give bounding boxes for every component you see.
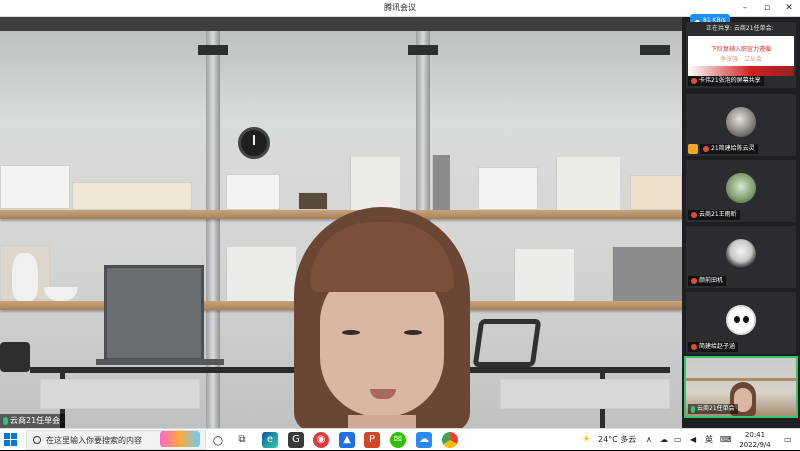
windows-taskbar: 在这里输入你要搜索的内容 ○ ⧉ e G ◉ ▲ P ✉ ☁ ☀ 24°C 多云…	[0, 428, 800, 450]
mic-on-icon	[3, 417, 8, 425]
drawer-box	[478, 167, 538, 210]
ceiling-beam	[0, 17, 682, 31]
onedrive-icon[interactable]: ☁	[660, 429, 668, 451]
lamp-decor	[472, 319, 542, 367]
weather-icon[interactable]: ☀	[582, 429, 591, 451]
mic-muted-icon	[691, 344, 697, 350]
window-title: 腾讯会议	[384, 3, 416, 12]
clock-date: 2022/9/4	[739, 441, 771, 449]
book-stack	[630, 175, 682, 210]
chrome-icon[interactable]	[442, 432, 458, 448]
books	[350, 157, 400, 210]
cat-avatar-icon	[726, 107, 756, 137]
windows-logo-icon	[4, 433, 10, 439]
search-highlight-icon[interactable]	[160, 431, 200, 447]
tile-name: 云商21王雨昕	[699, 211, 737, 218]
shared-document-preview: 下阶复辅入职宣力遵循 争张强 · 立从会	[688, 36, 794, 76]
books	[612, 247, 682, 301]
tencent-meeting-icon[interactable]: ▲	[339, 432, 355, 448]
task-view-icon[interactable]: ⧉	[234, 432, 250, 448]
anime-avatar-icon	[726, 239, 756, 269]
tile-name: 颜前田机	[699, 277, 724, 284]
camera-decor	[0, 342, 30, 372]
speaker-eye	[404, 330, 422, 335]
search-icon	[33, 436, 41, 444]
tile-name: 简建给赵子涵	[699, 343, 736, 350]
tile-name-tag: 简建给赵子涵	[688, 342, 739, 352]
plant-avatar-icon	[726, 173, 756, 203]
tile-name-tag: 云商21王雨昕	[688, 210, 740, 220]
baidu-netdisk-icon[interactable]: ☁	[416, 432, 432, 448]
tray-expand-icon[interactable]: ∧	[646, 429, 652, 451]
main-video-stage[interactable]: 云商21任单会	[0, 17, 682, 428]
participant-tile[interactable]: 颜前田机	[686, 226, 796, 288]
participant-tile[interactable]: 云商21王雨昕	[686, 160, 796, 222]
weather-text[interactable]: 24°C 多云	[598, 429, 636, 451]
books	[226, 247, 296, 301]
panda-avatar-icon	[726, 305, 756, 335]
tile-name: 21简建给陈云灵	[711, 145, 755, 152]
post-cap	[640, 45, 670, 55]
storage-box	[0, 165, 70, 209]
active-speaker-name: 云商21任单会	[10, 416, 61, 425]
participant-tile[interactable]: 21简建给陈云灵	[686, 94, 796, 156]
post-cap	[408, 45, 438, 55]
maximize-button[interactable]: ▫	[756, 0, 778, 17]
warning-icon	[688, 144, 698, 154]
mic-muted-icon	[691, 278, 697, 284]
screen-share-tile[interactable]: 正在共享: 云商21任单会: 下阶复辅入职宣力遵循 争张强 · 立从会 卡伟21…	[686, 22, 796, 88]
tile-name-tag: 21简建给陈云灵	[700, 144, 758, 154]
doc-heading: 下阶复辅入职宣力遵循	[710, 46, 771, 53]
search-placeholder: 在这里输入你要搜索的内容	[46, 435, 142, 445]
candle-holder	[298, 192, 328, 210]
mic-muted-icon	[691, 78, 697, 84]
clock-decor	[238, 127, 270, 159]
tile-name-tag: 卡伟21张泡的屏幕共享	[688, 76, 764, 86]
doc-banner	[688, 66, 794, 76]
tile-name: 云商21任单会	[697, 405, 735, 412]
lower-drawers	[500, 379, 670, 409]
start-button[interactable]	[4, 433, 17, 446]
taskbar-clock[interactable]: 20:41 2022/9/4	[730, 430, 780, 450]
edge-icon[interactable]: e	[262, 432, 278, 448]
speaker-neck	[348, 415, 416, 428]
clock-time: 20:41	[744, 431, 766, 439]
speaker-eye	[342, 330, 360, 335]
storage-box	[226, 174, 280, 210]
books	[432, 155, 450, 210]
volume-icon[interactable]: ◀	[690, 429, 696, 451]
notification-icon[interactable]: ▭	[784, 429, 792, 451]
vase-decor	[12, 253, 38, 301]
laptop-base	[96, 359, 224, 365]
laptop-decor	[104, 265, 204, 361]
cortana-icon[interactable]: ○	[210, 432, 226, 448]
books	[514, 249, 574, 301]
minimize-button[interactable]: –	[734, 0, 756, 17]
wechat-icon[interactable]: ✉	[390, 432, 406, 448]
participant-tile-self[interactable]: 云商21任单会	[684, 356, 798, 418]
powerpoint-icon[interactable]: P	[364, 432, 380, 448]
window-titlebar: 腾讯会议 – ▫ ✕	[0, 0, 800, 17]
tile-name-tag: 颜前田机	[688, 276, 727, 286]
netease-music-icon[interactable]: ◉	[313, 432, 329, 448]
books	[556, 157, 620, 210]
lower-drawers	[40, 379, 200, 409]
active-speaker-tag: 云商21任单会	[0, 414, 66, 428]
mic-muted-icon	[703, 146, 709, 152]
close-button[interactable]: ✕	[778, 0, 800, 17]
tile-name-tag: 云商21任单会	[688, 404, 738, 414]
book-stack	[72, 182, 192, 210]
share-header: 正在共享: 云商21任单会:	[706, 25, 774, 32]
mic-muted-icon	[691, 212, 697, 218]
ime-indicator[interactable]: 英	[705, 429, 713, 451]
tile-name: 卡伟21张泡的屏幕共享	[699, 77, 761, 84]
participant-tile[interactable]: 简建给赵子涵	[686, 292, 796, 354]
post-cap	[198, 45, 228, 55]
doc-subheading: 争张强 · 立从会	[720, 56, 762, 63]
g-app-icon[interactable]: G	[288, 432, 304, 448]
mic-on-icon	[691, 405, 695, 413]
network-icon[interactable]: ▭	[674, 429, 682, 451]
